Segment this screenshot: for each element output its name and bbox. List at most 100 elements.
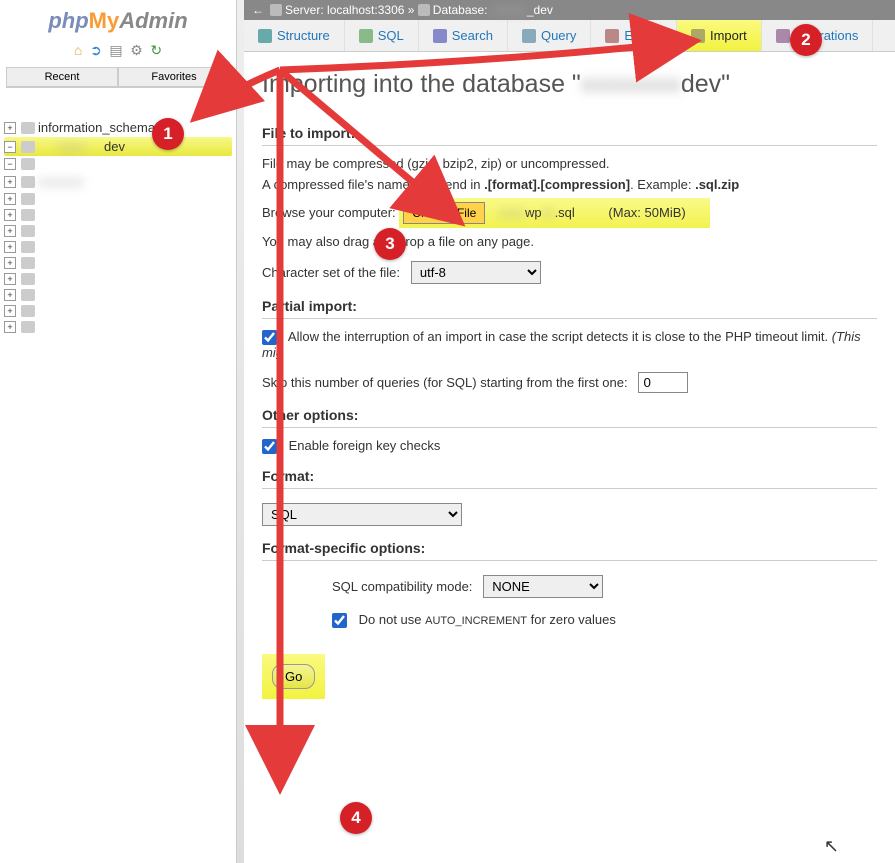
db-tree: + information_schema − xxxx dev − +xxxxx…	[0, 108, 236, 345]
database-icon	[21, 321, 35, 333]
compat-label: SQL compatibility mode:	[332, 579, 472, 594]
tab-export[interactable]: Export	[591, 20, 677, 51]
expander-icon[interactable]: +	[4, 225, 16, 237]
import-icon	[691, 29, 705, 43]
expander-icon[interactable]: +	[4, 176, 16, 188]
max-size: (Max: 50MiB)	[588, 205, 705, 220]
docs-icon[interactable]: ▤	[109, 42, 122, 58]
page-title: Importing into the database "xxxxxxxxdev…	[262, 70, 877, 99]
tab-recent[interactable]: Recent	[6, 67, 118, 87]
charset-label: Character set of the file:	[262, 265, 400, 280]
tree-item[interactable]: +	[4, 191, 232, 207]
expander-icon[interactable]: −	[4, 141, 16, 153]
expander-icon[interactable]: +	[4, 305, 16, 317]
annotation-badge-1: 1	[152, 118, 184, 150]
tree-item[interactable]: +	[4, 271, 232, 287]
tree-item[interactable]: −	[4, 156, 232, 172]
expander-icon[interactable]: −	[4, 158, 16, 170]
database-icon	[21, 176, 35, 188]
tree-label: dev	[104, 139, 125, 154]
sql-icon	[359, 29, 373, 43]
database-icon	[418, 4, 430, 16]
tree-item[interactable]: +	[4, 319, 232, 335]
expander-icon[interactable]: +	[4, 257, 16, 269]
tab-favorites[interactable]: Favorites	[118, 67, 230, 87]
database-icon	[21, 122, 35, 134]
compat-select[interactable]: NONE	[483, 575, 603, 598]
tab-query[interactable]: Query	[508, 20, 591, 51]
logo: phpMyAdmin	[0, 0, 236, 38]
browse-row: Browse your computer: Choose File xxxxwp…	[262, 198, 877, 228]
tree-item[interactable]: +	[4, 303, 232, 319]
expander-icon[interactable]: +	[4, 289, 16, 301]
settings-icon[interactable]: ⚙	[130, 42, 143, 58]
tab-search[interactable]: Search	[419, 20, 508, 51]
section-format: Format:	[262, 468, 877, 489]
chosen-file-name: xxxxwpxx.sql	[489, 205, 585, 220]
compress-note-1: File may be compressed (gzip, bzip2, zip…	[262, 156, 877, 171]
blurred-text: xxxxxxx	[38, 174, 84, 189]
tree-item-information-schema[interactable]: + information_schema	[4, 118, 232, 137]
annotation-badge-3: 3	[374, 228, 406, 260]
cursor-icon: ↖	[824, 836, 839, 857]
breadcrumb-database[interactable]: Database: xxxxxx_dev	[433, 3, 553, 17]
tab-sql[interactable]: SQL	[345, 20, 419, 51]
sidebar-tabs: Recent Favorites	[6, 67, 230, 88]
skip-label: Skip this number of queries (for SQL) st…	[262, 375, 628, 390]
logout-icon[interactable]: ➲	[90, 42, 102, 58]
section-partial-import: Partial import:	[262, 298, 877, 319]
expander-icon[interactable]: +	[4, 273, 16, 285]
expander-icon[interactable]: +	[4, 122, 16, 134]
database-icon	[21, 289, 35, 301]
section-file-to-import: File to import:	[262, 125, 877, 146]
choose-file-button[interactable]: Choose File	[403, 202, 485, 224]
tree-item[interactable]: +	[4, 255, 232, 271]
autoinc-checkbox[interactable]	[332, 613, 347, 628]
tree-item-dev[interactable]: − xxxx dev	[4, 137, 232, 156]
database-icon	[21, 141, 35, 153]
tree-item[interactable]: +	[4, 207, 232, 223]
blurred-text: xxxx	[38, 139, 104, 154]
home-icon[interactable]: ⌂	[74, 42, 82, 58]
expander-icon[interactable]: +	[4, 241, 16, 253]
drag-drop-note: You may also drag and drop a file on any…	[262, 234, 877, 249]
tree-label: information_schema	[38, 120, 155, 135]
go-button[interactable]: Go	[272, 664, 315, 689]
allow-interrupt-label: Allow the interruption of an import in c…	[288, 329, 828, 344]
divider-handle[interactable]	[237, 0, 244, 863]
tree-item[interactable]: +	[4, 287, 232, 303]
database-icon	[21, 273, 35, 285]
tree-item[interactable]: +	[4, 239, 232, 255]
reload-icon[interactable]: ↻	[150, 42, 162, 58]
tab-import[interactable]: Import	[677, 20, 762, 51]
allow-interrupt-checkbox[interactable]	[262, 330, 277, 345]
breadcrumb-server[interactable]: Server: localhost:3306	[285, 3, 404, 17]
database-icon	[21, 193, 35, 205]
tree-item[interactable]: + xxxxxxx	[4, 172, 232, 191]
export-icon	[605, 29, 619, 43]
compress-note-2: A compressed file's name must end in .[f…	[262, 177, 877, 192]
sidebar-toolbar: ⌂ ➲ ▤ ⚙ ↻	[0, 38, 236, 67]
annotation-badge-2: 2	[790, 24, 822, 56]
database-icon	[21, 225, 35, 237]
charset-select[interactable]: utf-8	[411, 261, 541, 284]
expander-icon[interactable]: +	[4, 321, 16, 333]
breadcrumb: ← Server: localhost:3306 » Database: xxx…	[244, 0, 895, 20]
main: ← Server: localhost:3306 » Database: xxx…	[244, 0, 895, 863]
expander-icon[interactable]: +	[4, 193, 16, 205]
link-icon[interactable]: ⚯	[215, 92, 226, 107]
tree-item[interactable]: +	[4, 223, 232, 239]
fk-checks-label: Enable foreign key checks	[289, 438, 441, 453]
database-icon	[21, 158, 35, 170]
expander-icon[interactable]: +	[4, 209, 16, 221]
breadcrumb-collapse-icon[interactable]: ←	[252, 3, 264, 17]
fk-checks-checkbox[interactable]	[262, 439, 277, 454]
breadcrumb-sep: »	[408, 3, 415, 17]
format-select[interactable]: SQL	[262, 503, 462, 526]
skip-input[interactable]	[638, 372, 688, 393]
server-icon	[270, 4, 282, 16]
search-icon	[433, 29, 447, 43]
tab-structure[interactable]: Structure	[244, 20, 345, 51]
section-format-specific: Format-specific options:	[262, 540, 877, 561]
structure-icon	[258, 29, 272, 43]
